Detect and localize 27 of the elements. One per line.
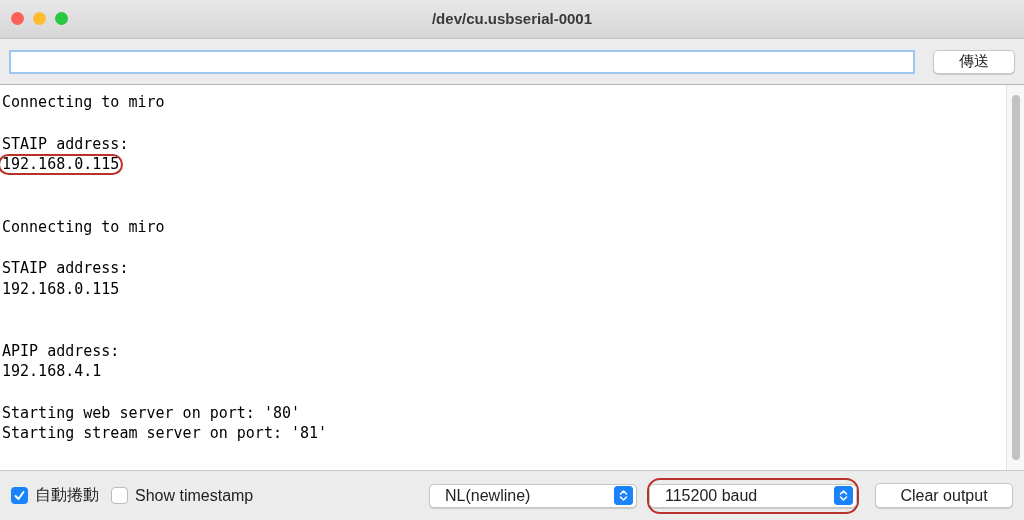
output-line: 192.168.0.115 xyxy=(0,154,124,176)
output-line: Connecting to miro xyxy=(1,92,166,114)
output-line: Starting web server on port: '80' xyxy=(1,402,301,424)
output-line: STAIP address: xyxy=(1,133,130,155)
checkbox[interactable] xyxy=(111,487,128,505)
dropdown[interactable]: NL(newline) xyxy=(429,483,637,508)
output-line: 192.168.4.1 xyxy=(1,361,103,382)
send-button[interactable]: 傳送 xyxy=(933,49,1015,74)
minimize-button[interactable] xyxy=(33,12,46,26)
input-field[interactable] xyxy=(9,49,915,74)
dropdown[interactable]: 115200 baud xyxy=(649,483,857,508)
clear-output-button[interactable]: Clear output xyxy=(875,483,1013,509)
scrollbar[interactable] xyxy=(1006,85,1024,471)
checkbox-label: 自動捲動 xyxy=(35,485,99,506)
checkbox-label: Show timestamp xyxy=(135,486,254,505)
stepper-arrows-icon xyxy=(614,486,633,506)
close-button[interactable] xyxy=(11,12,24,26)
output-line: STAIP address: xyxy=(1,257,130,279)
output-line: Starting stream server on port: '81' xyxy=(1,423,329,445)
checkmark-icon xyxy=(13,489,26,503)
output-line: Connecting to miro xyxy=(1,216,166,238)
zoom-button[interactable] xyxy=(55,12,68,26)
output-line: 192.168.0.115 xyxy=(1,278,121,300)
checkbox[interactable] xyxy=(11,487,28,505)
output-line: APIP address: xyxy=(1,340,121,362)
stepper-arrows-icon xyxy=(834,486,853,506)
window-title: /dev/cu.usbserial-0001 xyxy=(431,10,593,28)
